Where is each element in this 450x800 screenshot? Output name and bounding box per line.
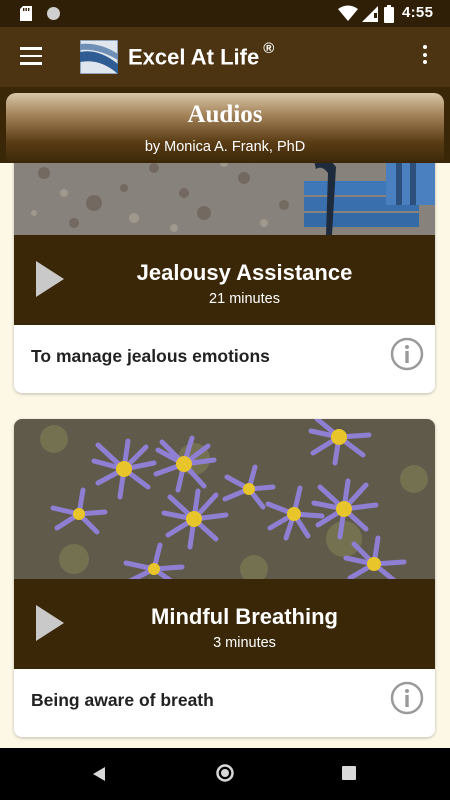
more-options-icon[interactable]: [420, 45, 430, 69]
track-title: Mindful Breathing: [151, 604, 338, 629]
app-title: Excel At Life ®: [128, 40, 275, 70]
track-duration: 3 minutes: [213, 635, 276, 651]
track-title: Jealousy Assistance: [136, 260, 353, 285]
track-description: To manage jealous emotions: [31, 346, 270, 366]
excel-at-life-logo-icon: [80, 40, 118, 74]
track-description-row: Being aware of breath: [14, 669, 435, 737]
battery-icon: [384, 5, 394, 23]
navigation-bar: [0, 748, 450, 800]
page-header: Audios by Monica A. Frank, PhD: [0, 87, 450, 163]
sd-card-icon: [20, 6, 32, 21]
signal-icon: [362, 6, 378, 22]
status-time: 4:55: [402, 4, 434, 21]
back-icon[interactable]: [92, 766, 106, 782]
page-title: Audios: [187, 101, 263, 128]
app-title-text: Excel At Life: [128, 44, 260, 70]
audio-card[interactable]: Mindful Breathing 3 minutes Being aware …: [14, 419, 435, 737]
track-duration: 21 minutes: [209, 291, 280, 307]
menu-icon[interactable]: [20, 47, 42, 67]
page-subtitle: by Monica A. Frank, PhD: [144, 139, 306, 155]
audio-player: Mindful Breathing 3 minutes: [14, 579, 435, 669]
notification-dot-icon: [47, 7, 60, 20]
audio-card[interactable]: Jealousy Assistance 21 minutes To manage…: [14, 163, 435, 393]
registered-mark: ®: [263, 40, 275, 57]
recents-icon[interactable]: [342, 766, 356, 780]
bench-photo: [14, 163, 435, 235]
status-bar: 4:55: [0, 0, 450, 27]
app-bar: Excel At Life ®: [0, 27, 450, 87]
audio-player: Jealousy Assistance 21 minutes: [14, 235, 435, 325]
track-description-row: To manage jealous emotions: [14, 325, 435, 393]
info-icon[interactable]: [390, 681, 424, 715]
track-description: Being aware of breath: [31, 690, 214, 710]
info-icon[interactable]: [390, 337, 424, 371]
home-icon[interactable]: [216, 764, 234, 782]
audio-list[interactable]: Jealousy Assistance 21 minutes To manage…: [0, 163, 450, 748]
wifi-icon: [338, 5, 358, 21]
asters-photo: [14, 419, 435, 579]
